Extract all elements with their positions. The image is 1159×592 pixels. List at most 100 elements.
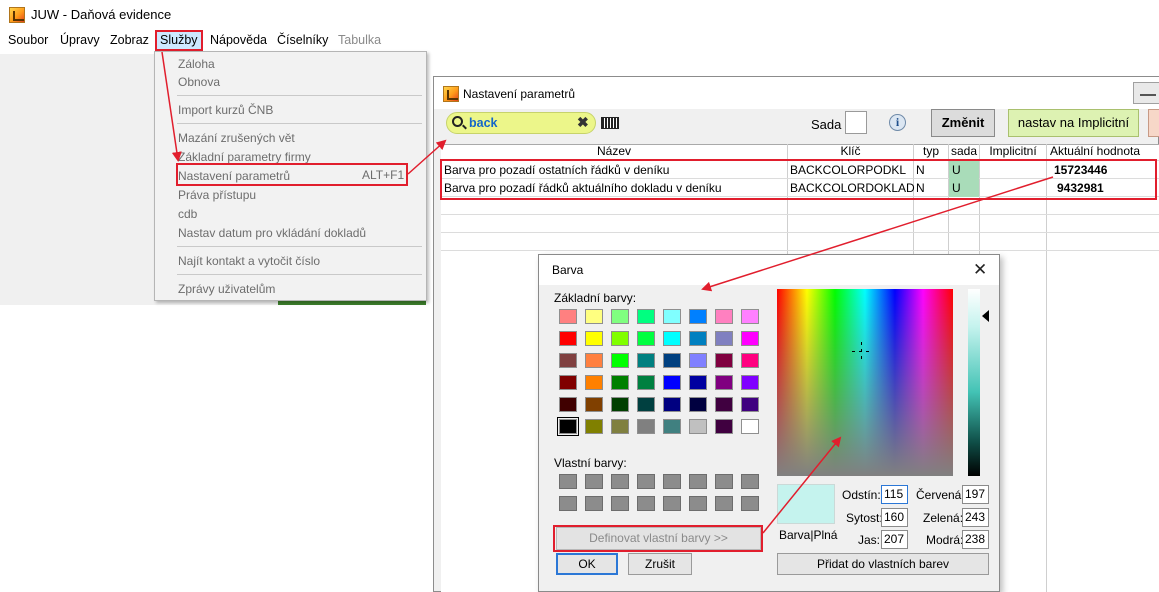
basic-color-swatch[interactable] — [663, 419, 681, 434]
basic-color-swatch[interactable] — [689, 397, 707, 412]
basic-color-swatch[interactable] — [585, 331, 603, 346]
basic-color-swatch[interactable] — [637, 419, 655, 434]
custom-color-swatch[interactable] — [559, 474, 577, 489]
basic-color-swatch[interactable] — [689, 419, 707, 434]
basic-color-swatch[interactable] — [663, 353, 681, 368]
basic-color-swatch[interactable] — [663, 375, 681, 390]
custom-color-swatch[interactable] — [715, 474, 733, 489]
basic-color-swatch[interactable] — [611, 331, 629, 346]
custom-color-swatch[interactable] — [689, 496, 707, 511]
cancel-button[interactable]: Zrušit — [628, 553, 692, 575]
ok-button[interactable]: OK — [556, 553, 618, 575]
menu-upravy[interactable]: Úpravy — [60, 33, 100, 47]
basic-color-swatch[interactable] — [637, 331, 655, 346]
close-icon[interactable]: ✕ — [973, 260, 987, 280]
custom-color-swatch[interactable] — [585, 474, 603, 489]
basic-color-swatch[interactable] — [715, 331, 733, 346]
basic-color-swatch[interactable] — [741, 331, 759, 346]
basic-color-swatch[interactable] — [585, 353, 603, 368]
custom-color-swatch[interactable] — [689, 474, 707, 489]
basic-color-swatch[interactable] — [663, 331, 681, 346]
change-button[interactable]: Změnit — [931, 109, 995, 137]
basic-color-swatch[interactable] — [559, 397, 577, 412]
basic-color-swatch[interactable] — [689, 309, 707, 324]
hue-input[interactable]: 115 — [881, 485, 908, 504]
menu-item-cdb[interactable]: cdb — [178, 207, 197, 221]
custom-color-swatch[interactable] — [611, 496, 629, 511]
basic-color-swatch[interactable] — [559, 353, 577, 368]
basic-color-swatch[interactable] — [663, 309, 681, 324]
column-header-klic[interactable]: Klíč — [788, 144, 913, 160]
basic-color-swatch[interactable] — [611, 419, 629, 434]
menu-item-prava[interactable]: Práva přístupu — [178, 188, 256, 202]
basic-color-swatch[interactable] — [611, 353, 629, 368]
menu-item-mazani[interactable]: Mazání zrušených vět — [178, 131, 295, 145]
menu-item-zaloha[interactable]: Záloha — [178, 57, 215, 71]
luminance-arrow-icon[interactable] — [982, 310, 989, 322]
basic-color-swatch[interactable] — [637, 375, 655, 390]
menu-item-zpravy[interactable]: Zprávy uživatelům — [178, 282, 275, 296]
basic-color-swatch[interactable] — [715, 397, 733, 412]
color-spectrum[interactable] — [777, 289, 953, 476]
set-implicit-button[interactable]: nastav na Implicitní — [1008, 109, 1139, 137]
menu-item-najit-kontakt[interactable]: Najít kontakt a vytočit číslo — [178, 254, 320, 268]
basic-color-swatch[interactable] — [559, 331, 577, 346]
custom-color-swatch[interactable] — [741, 496, 759, 511]
basic-color-swatch[interactable] — [585, 375, 603, 390]
extra-button[interactable] — [1148, 109, 1159, 137]
menu-item-import-kurzu[interactable]: Import kurzů ČNB — [178, 103, 273, 117]
basic-color-swatch[interactable] — [741, 397, 759, 412]
green-input[interactable]: 243 — [962, 508, 989, 527]
column-header-sada[interactable]: sada — [949, 144, 979, 160]
custom-color-swatch[interactable] — [637, 496, 655, 511]
basic-color-swatch[interactable] — [663, 397, 681, 412]
basic-color-swatch[interactable] — [715, 353, 733, 368]
menu-napoveda[interactable]: Nápověda — [210, 33, 267, 47]
basic-color-swatch[interactable] — [689, 375, 707, 390]
menu-tabulka[interactable]: Tabulka — [338, 33, 381, 47]
basic-color-swatch[interactable] — [741, 309, 759, 324]
custom-color-swatch[interactable] — [715, 496, 733, 511]
basic-color-swatch[interactable] — [689, 331, 707, 346]
menu-item-zakladni-parametry[interactable]: Základní parametry firmy — [178, 150, 311, 164]
menu-soubor[interactable]: Soubor — [8, 33, 48, 47]
luminance-slider[interactable] — [968, 289, 980, 476]
column-header-nazev[interactable]: Název — [441, 144, 787, 160]
basic-color-swatch[interactable] — [715, 309, 733, 324]
basic-color-swatch[interactable] — [611, 375, 629, 390]
basic-color-swatch[interactable] — [637, 309, 655, 324]
basic-color-swatch[interactable] — [585, 419, 603, 434]
basic-color-swatch[interactable] — [559, 309, 577, 324]
column-header-aktualni[interactable]: Aktuální hodnota — [1047, 144, 1143, 160]
custom-color-swatch[interactable] — [663, 496, 681, 511]
search-value[interactable]: back — [469, 116, 498, 130]
custom-color-swatch[interactable] — [559, 496, 577, 511]
custom-color-swatch[interactable] — [611, 474, 629, 489]
basic-color-swatch[interactable] — [611, 397, 629, 412]
basic-color-swatch[interactable] — [585, 309, 603, 324]
column-header-implicitni[interactable]: Implicitní — [980, 144, 1046, 160]
basic-color-swatch[interactable] — [637, 353, 655, 368]
menu-ciselniky[interactable]: Číselníky — [277, 33, 328, 47]
minimize-button[interactable] — [1133, 82, 1159, 104]
custom-color-swatch[interactable] — [663, 474, 681, 489]
info-icon[interactable]: i — [889, 114, 906, 131]
menu-sluzby[interactable]: Služby — [155, 30, 203, 51]
saturation-input[interactable]: 160 — [881, 508, 908, 527]
basic-color-swatch[interactable] — [715, 419, 733, 434]
blue-input[interactable]: 238 — [962, 530, 989, 549]
basic-color-swatch[interactable] — [637, 397, 655, 412]
basic-color-swatch[interactable] — [741, 419, 759, 434]
menu-item-obnova[interactable]: Obnova — [178, 75, 220, 89]
basic-color-swatch[interactable] — [611, 309, 629, 324]
sada-input[interactable] — [845, 111, 867, 134]
add-to-custom-colors-button[interactable]: Přidat do vlastních barev — [777, 553, 989, 575]
basic-color-swatch[interactable] — [689, 353, 707, 368]
basic-color-swatch[interactable] — [585, 397, 603, 412]
crosshair-icon[interactable] — [852, 342, 871, 361]
basic-color-swatch[interactable] — [741, 375, 759, 390]
red-input[interactable]: 197 — [962, 485, 989, 504]
clear-search-icon[interactable]: ✖ — [577, 114, 589, 131]
basic-color-swatch[interactable] — [559, 375, 577, 390]
basic-color-swatch[interactable] — [557, 417, 579, 436]
